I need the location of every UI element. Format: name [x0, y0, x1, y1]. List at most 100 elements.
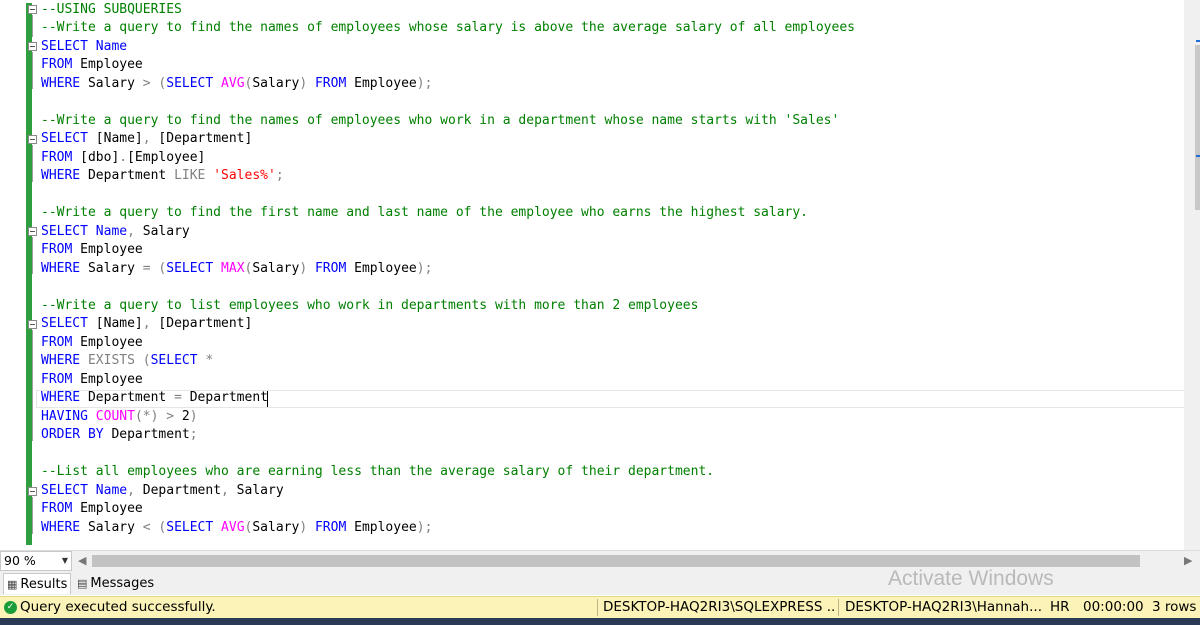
code-token: FROM	[41, 57, 73, 72]
fold-toggle-icon[interactable]	[28, 135, 37, 144]
status-bar: ✓ Query executed successfully. DESKTOP-H…	[0, 596, 1200, 618]
code-token: SELECT	[41, 316, 88, 331]
code-token: EXISTS	[87, 353, 135, 368]
code-token: ORDER BY	[41, 427, 104, 442]
code-line[interactable]: FROM Employee	[41, 500, 143, 519]
code-token: =	[174, 390, 182, 405]
code-line[interactable]: FROM Employee	[41, 334, 143, 353]
code-token: Name	[95, 223, 128, 239]
code-token: =	[142, 260, 151, 276]
scroll-right-icon[interactable]: ▶	[1184, 554, 1192, 567]
code-token: ,	[127, 482, 135, 498]
fold-guide	[32, 52, 33, 89]
code-token: WHERE	[41, 168, 81, 183]
status-separator	[597, 599, 598, 616]
fold-toggle-icon[interactable]	[28, 42, 37, 51]
taskbar-edge	[0, 618, 1200, 625]
code-token: ;	[189, 427, 198, 442]
code-token: HAVING	[41, 408, 88, 424]
code-token: ,	[142, 316, 151, 331]
code-line[interactable]: SELECT Name, Department, Salary	[41, 482, 284, 501]
code-line[interactable]: SELECT [Name], [Department]	[41, 130, 252, 149]
code-line[interactable]: WHERE Department = Department	[41, 389, 268, 408]
code-line[interactable]: FROM Employee	[41, 241, 143, 260]
code-token: 2	[174, 408, 190, 424]
code-line[interactable]: SELECT Name, Salary	[41, 223, 190, 242]
code-token: --Write a query to find the names of emp…	[41, 112, 840, 128]
tab-results[interactable]: ▦ Results	[3, 573, 71, 594]
code-token: [Department]	[150, 316, 253, 331]
code-token: Salary	[252, 75, 300, 91]
tab-results-label: Results	[20, 577, 68, 592]
code-token: Salary	[228, 482, 284, 498]
code-token: Salary	[80, 519, 143, 535]
code-line[interactable]: ORDER BY Department;	[41, 426, 198, 445]
status-server: DESKTOP-HAQ2RI3\SQLEXPRESS ...	[603, 599, 835, 615]
fold-guide	[32, 330, 33, 441]
code-token: FROM	[314, 260, 347, 276]
fold-toggle-icon[interactable]	[28, 227, 37, 236]
code-token: --USING SUBQUERIES	[41, 1, 182, 17]
fold-toggle-icon[interactable]	[28, 320, 37, 329]
code-line[interactable]: WHERE Salary < (SELECT AVG(Salary) FROM …	[41, 519, 432, 538]
code-line[interactable]: --Write a query to find the names of emp…	[41, 19, 855, 38]
code-line[interactable]: --Write a query to list employees who wo…	[41, 297, 698, 316]
vertical-scrollbar-thumb[interactable]	[1195, 45, 1200, 210]
code-line[interactable]: --Write a query to find the names of emp…	[41, 112, 839, 131]
activate-windows-watermark: Activate Windows	[888, 567, 1054, 590]
code-line[interactable]: SELECT Name	[41, 38, 127, 57]
code-token: FROM	[41, 501, 73, 516]
code-token: SELECT	[41, 38, 88, 54]
code-line[interactable]: FROM Employee	[41, 56, 143, 75]
code-token: LIKE	[174, 168, 206, 183]
chevron-down-icon[interactable]: ▼	[62, 552, 68, 570]
code-token: .	[119, 149, 128, 165]
code-token: Department	[103, 427, 190, 442]
fold-guide	[32, 15, 33, 37]
code-token: Department	[134, 482, 222, 498]
code-line[interactable]: --USING SUBQUERIES	[41, 1, 182, 20]
status-database: HR	[1050, 599, 1070, 615]
fold-toggle-icon[interactable]	[28, 487, 37, 496]
code-token: [Name]	[87, 316, 143, 331]
code-token: SELECT	[150, 353, 198, 368]
code-line[interactable]: FROM Employee	[41, 371, 143, 390]
code-token: Employee	[72, 371, 143, 387]
fold-guide	[32, 497, 33, 534]
code-token: FROM	[314, 75, 347, 91]
code-token: AVG	[221, 75, 245, 91]
fold-toggle-icon[interactable]	[28, 5, 37, 14]
horizontal-scrollbar-thumb[interactable]	[92, 555, 1140, 567]
code-line[interactable]: WHERE Department LIKE 'Sales%';	[41, 167, 284, 186]
code-line[interactable]: WHERE Salary = (SELECT MAX(Salary) FROM …	[41, 260, 432, 279]
code-line[interactable]: WHERE EXISTS (SELECT *	[41, 352, 213, 371]
code-line[interactable]: --List all employees who are earning les…	[41, 463, 714, 482]
code-line[interactable]: FROM [dbo].[Employee]	[41, 149, 205, 168]
scrollbar-marker	[1196, 40, 1200, 42]
scroll-left-icon[interactable]: ◀	[78, 554, 86, 567]
code-line[interactable]: WHERE Salary > (SELECT AVG(Salary) FROM …	[41, 75, 432, 94]
status-message: Query executed successfully.	[20, 599, 216, 615]
code-token: );	[416, 260, 433, 276]
code-token: MAX	[221, 260, 245, 276]
code-token: Department	[181, 390, 268, 405]
zoom-value: 90 %	[4, 553, 36, 568]
code-token: Department	[80, 168, 175, 183]
tab-messages-label: Messages	[90, 576, 155, 591]
query-editor[interactable]: --USING SUBQUERIES --Write a query to fin…	[0, 0, 1184, 550]
code-token: Employee	[346, 75, 417, 91]
code-line[interactable]: --Write a query to find the first name a…	[41, 204, 808, 223]
status-user: DESKTOP-HAQ2RI3\Hannah...	[845, 599, 1042, 615]
code-line[interactable]: SELECT [Name], [Department]	[41, 315, 252, 334]
tab-messages[interactable]: ▤ Messages	[75, 573, 167, 594]
code-token: Salary	[80, 260, 143, 276]
code-token: Salary	[134, 223, 190, 239]
code-token: )	[299, 260, 308, 276]
code-line[interactable]: HAVING COUNT(*) > 2)	[41, 408, 198, 427]
zoom-select[interactable]: 90 % ▼	[0, 551, 72, 571]
